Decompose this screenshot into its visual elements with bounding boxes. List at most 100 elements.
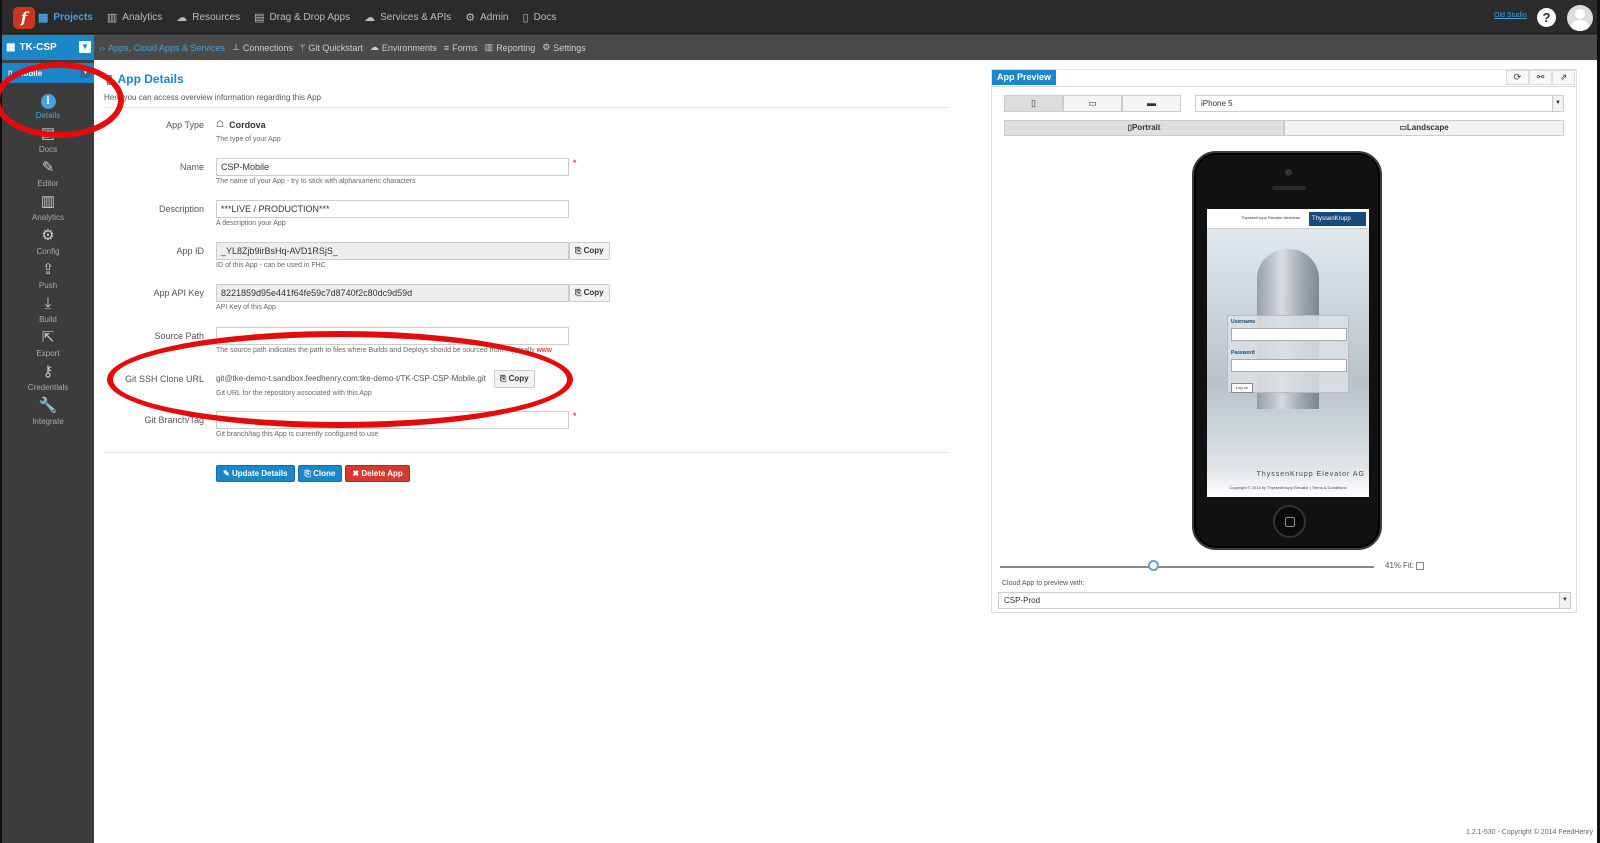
app-preview-panel: App Preview ⟳ ⚯ ⇗ ▯ ▭ ▬ iPhone 5 ▼ ▯Port…	[991, 69, 1577, 613]
nav-services-apis[interactable]: ☁ Services & APIs	[364, 11, 451, 24]
field-help: A description your App	[216, 220, 286, 227]
field-help: Git URL for the repository associated wi…	[216, 390, 372, 397]
copy-api-key-button[interactable]: ⎘ Copy	[569, 284, 610, 302]
help-icon[interactable]: ?	[1537, 8, 1556, 27]
top-nav: ▦ Projects ▥ Analytics ☁ Resources ▤ Drag & …	[38, 0, 570, 34]
field-label: Git SSH Clone URL	[124, 374, 204, 384]
tab-reporting[interactable]: ▥ Reporting	[485, 42, 536, 53]
top-navbar: f ▦ Projects ▥ Analytics ☁ Resources ▤ Drag …	[2, 0, 1597, 34]
device-type-group: ▯ ▭ ▬	[1004, 95, 1181, 112]
tab-environments[interactable]: ☁ Environments	[370, 42, 437, 53]
sidebar-item-editor[interactable]: ✎ Editor	[2, 159, 94, 193]
app-selector[interactable]: ▯ mobile ▼	[2, 63, 94, 83]
tab-forms[interactable]: ≡ Forms	[444, 43, 478, 53]
details-actions: ✎ Update Details ⎘ Clone ✖ Delete App	[216, 465, 410, 482]
app-footer-title: ThyssenKrupp Elevator AG	[1256, 471, 1365, 478]
field-label: Source Path	[154, 331, 204, 341]
feedhenry-logo[interactable]: f	[13, 7, 35, 29]
field-help: The source path indicates the path to fi…	[216, 347, 552, 354]
description-input[interactable]: ***LIVE / PRODUCTION***	[216, 200, 569, 218]
home-button	[1273, 505, 1306, 538]
copy-icon: ⎘	[304, 469, 314, 478]
device-select[interactable]: iPhone 5 ▼	[1195, 95, 1564, 112]
zoom-slider-handle[interactable]	[1148, 560, 1159, 571]
sidebar-item-integrate[interactable]: 🔧 Integrate	[2, 397, 94, 431]
external-link-icon[interactable]: ⇗	[1552, 70, 1575, 85]
speaker-grille	[1272, 186, 1306, 190]
nav-projects[interactable]: ▦ Projects	[38, 11, 93, 24]
password-label: Password	[1231, 350, 1255, 356]
divider	[104, 107, 949, 108]
cloud-app-select[interactable]: CSP-Prod ▼	[998, 592, 1571, 609]
app-preview-screen[interactable]: ThyssenKrupp Elevator Americas ThyssenKr…	[1207, 209, 1369, 497]
sidebar-item-build[interactable]: ⤓ Build	[2, 295, 94, 329]
sidebar-item-push[interactable]: ⇪ Push	[2, 261, 94, 295]
avatar[interactable]	[1567, 5, 1593, 31]
zoom-readout: 41% Fit:	[1385, 561, 1425, 570]
landscape-button[interactable]: ▭Landscape	[1284, 120, 1564, 136]
clone-button[interactable]: ⎘ Clone	[297, 465, 343, 482]
www-link[interactable]: www	[537, 347, 552, 354]
username-field[interactable]	[1231, 328, 1347, 341]
desktop-icon: ▬	[1147, 98, 1156, 108]
update-details-button[interactable]: ✎ Update Details	[216, 465, 295, 482]
required-marker: *	[573, 411, 577, 421]
tab-apps-cloud-apps-services[interactable]: ‹› Apps, Cloud Apps & Services	[99, 43, 225, 53]
phone-mockup: ThyssenKrupp Elevator Americas ThyssenKr…	[1192, 151, 1382, 550]
log-on-button[interactable]: Log on	[1231, 383, 1253, 393]
api-key-input[interactable]: 8221859d95e441f64fe59c7d8740f2c80dc9d59d	[216, 284, 569, 302]
link-icon[interactable]: ⚯	[1529, 70, 1552, 85]
app-preview-tab[interactable]: App Preview	[992, 70, 1057, 85]
tablet-device-button[interactable]: ▭	[1063, 95, 1122, 112]
nav-analytics[interactable]: ▥ Analytics	[107, 11, 162, 24]
copy-git-url-button[interactable]: ⎘ Copy	[494, 370, 535, 388]
portrait-button[interactable]: ▯Portrait	[1004, 120, 1284, 136]
nav-drag-drop-apps[interactable]: ▤ Drag & Drop Apps	[254, 11, 350, 24]
chevron-down-icon[interactable]: ▼	[79, 41, 91, 53]
nav-admin[interactable]: ⚙ Admin	[465, 11, 508, 24]
git-url-value[interactable]: git@tke-demo-t.sandbox.feedhenry.com:tke…	[216, 374, 486, 383]
tab-connections[interactable]: ⊥ Connections	[232, 42, 293, 53]
gears-icon: ⚙	[542, 42, 551, 52]
nav-docs[interactable]: ▯ Docs	[523, 11, 557, 24]
sidebar-item-docs[interactable]: ▤ Docs	[2, 125, 94, 159]
name-input[interactable]: CSP-Mobile	[216, 158, 569, 176]
phone-device-button[interactable]: ▯	[1004, 95, 1063, 112]
version-footer: 1.2.1-530 - Copyright © 2014 FeedHenry	[1466, 829, 1593, 836]
tab-git-quickstart[interactable]: ᛘ Git Quickstart	[300, 43, 363, 53]
app-sidebar: ▯ mobile ▼ i Details ▤ Docs ✎ Editor ▥ A…	[2, 60, 94, 843]
refresh-icon[interactable]: ⟳	[1506, 70, 1529, 85]
fit-checkbox[interactable]	[1416, 561, 1425, 570]
desktop-device-button[interactable]: ▬	[1122, 95, 1181, 112]
app-footer-copyright: Copyright © 2014 by ThyssenKrupp Elevato…	[1229, 485, 1347, 490]
gear-icon: ⚙	[41, 227, 55, 244]
copy-app-id-button[interactable]: ⎘ Copy	[569, 242, 610, 260]
password-field[interactable]	[1231, 359, 1347, 372]
sidebar-item-config[interactable]: ⚙ Config	[2, 227, 94, 261]
chevron-down-icon[interactable]: ▼	[80, 67, 91, 78]
delete-app-button[interactable]: ✖ Delete App	[345, 465, 410, 482]
sidebar-item-export[interactable]: ⇱ Export	[2, 329, 94, 363]
sitemap-icon: ⊥	[232, 42, 240, 52]
project-selector[interactable]: ▦ TK-CSP ▼	[2, 35, 94, 60]
app-id-input[interactable]: _YL8Zjb9irBsHq-AVD1RSjS_	[216, 242, 569, 260]
grid-icon: ▦	[6, 42, 16, 53]
phone-icon: ▯	[1031, 98, 1036, 108]
git-branch-input[interactable]	[216, 411, 569, 429]
sidebar-item-analytics[interactable]: ▥ Analytics	[2, 193, 94, 227]
sidebar-item-credentials[interactable]: ⚷ Credentials	[2, 363, 94, 397]
bar-chart-icon: ▥	[40, 193, 56, 210]
bar-chart-icon: ▥	[106, 11, 118, 24]
landscape-icon: ▭	[1399, 123, 1407, 132]
tab-settings[interactable]: ⚙ Settings	[542, 42, 586, 53]
zoom-slider-track[interactable]	[1000, 566, 1374, 568]
sidebar-item-details[interactable]: i Details	[2, 91, 94, 125]
edit-icon: ✎	[223, 469, 232, 478]
key-icon: ⚷	[42, 363, 54, 380]
layers-icon: ▤	[254, 11, 265, 24]
source-path-input[interactable]	[216, 327, 569, 345]
nav-resources[interactable]: ☁ Resources	[176, 11, 240, 24]
login-form: Username Password Log on	[1227, 315, 1349, 393]
old-studio-link[interactable]: Old Studio	[1494, 12, 1527, 19]
field-label: Description	[158, 204, 204, 214]
